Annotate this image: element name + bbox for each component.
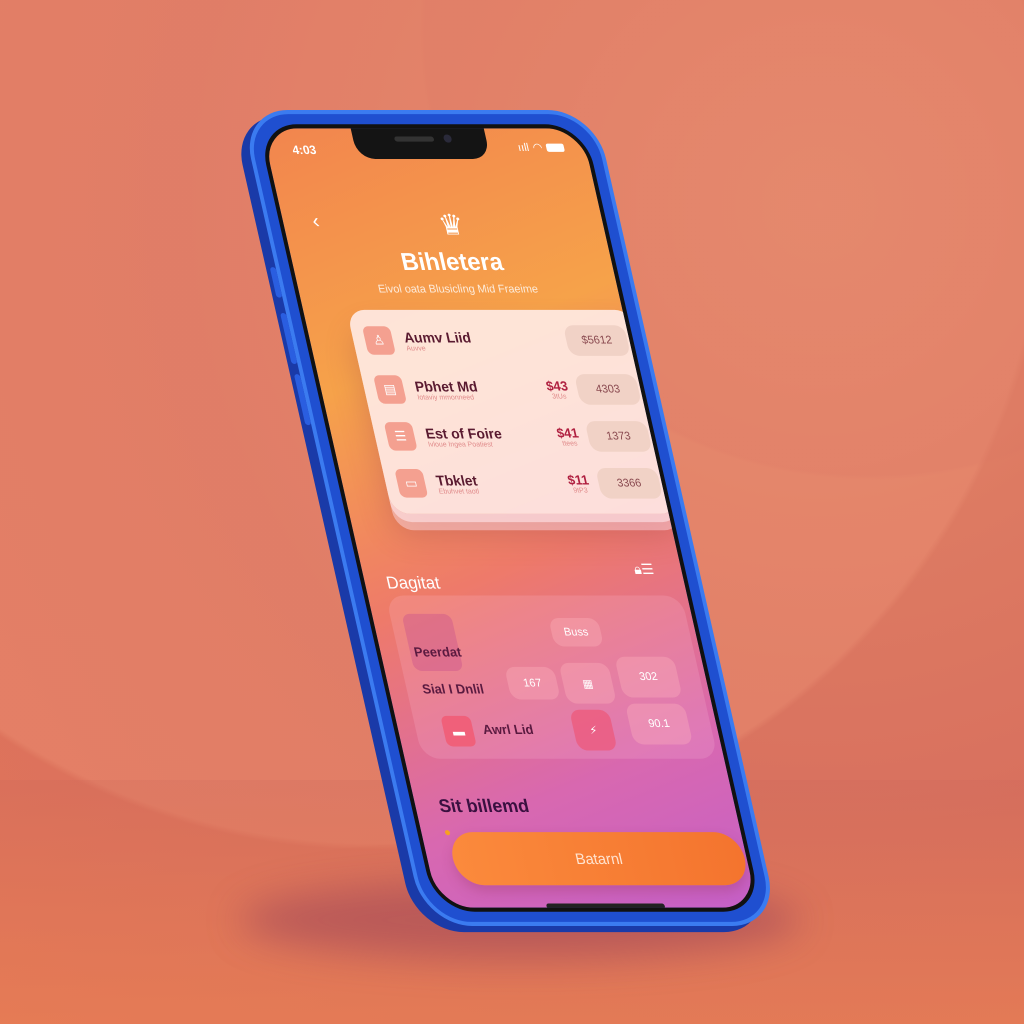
app-subtitle: Eivol oata Blusicling Mid Fraeime bbox=[376, 283, 540, 296]
ticket-row[interactable]: ▭ Tbklet Ebuhvet taotl $11 9tP3 3366 bbox=[393, 463, 665, 504]
volume-up-button bbox=[280, 312, 298, 364]
digital-label: Peerdat bbox=[412, 644, 463, 660]
ticket-icon: ▤ bbox=[373, 375, 408, 404]
ticket-name: Tbklet bbox=[434, 471, 479, 488]
ticket-name: Est of Foire bbox=[423, 424, 504, 441]
ticket-price: $11 bbox=[566, 472, 591, 488]
ticket-amount: 4303 bbox=[573, 374, 642, 405]
digital-tile[interactable]: Buss bbox=[548, 617, 605, 647]
digital-thumb bbox=[401, 613, 464, 671]
calendar-icon[interactable]: ▦ bbox=[558, 662, 617, 704]
digital-tile[interactable]: 302 bbox=[614, 656, 683, 698]
volume-down-button bbox=[293, 374, 312, 426]
battery-icon bbox=[545, 143, 565, 152]
ticket-name: Pbhet Md bbox=[413, 377, 479, 395]
signal-icon: ııll bbox=[516, 141, 531, 154]
ticket-sub: Ebuhvet taotl bbox=[437, 487, 480, 496]
ticket-price-sub: 9tP3 bbox=[572, 487, 589, 495]
ticket-sub: Ivloue Ingea Poatiest bbox=[427, 440, 494, 449]
ticket-row[interactable]: ♙ Aumv Liid Auvve $5612 bbox=[361, 320, 633, 361]
ticket-price-sub: 3tUs bbox=[551, 393, 568, 401]
crown-icon: ♛ bbox=[435, 208, 468, 241]
ticket-amount: 1373 bbox=[584, 421, 653, 452]
digital-label: Awrl Lid bbox=[481, 722, 535, 738]
ticket-row[interactable]: ☰ Est of Foire Ivloue Ingea Poatiest $41 t… bbox=[382, 416, 654, 457]
digital-count: 167 bbox=[504, 666, 561, 700]
wifi-icon: ◠ bbox=[531, 141, 544, 154]
ticket-price-sub: ttees bbox=[561, 440, 579, 448]
ticket-icon: ☰ bbox=[383, 422, 418, 451]
ticket-sub: Iotaviy mmonneed bbox=[416, 394, 475, 402]
status-time: 4:03 bbox=[290, 142, 318, 157]
ticket-amount: $5612 bbox=[562, 325, 631, 356]
digital-tile[interactable]: 90.1 bbox=[624, 703, 694, 745]
ticket-icon: ▭ bbox=[394, 469, 429, 498]
ticket-amount: 3366 bbox=[595, 468, 664, 499]
back-button[interactable]: ‹ bbox=[310, 210, 322, 233]
indicator-dot bbox=[444, 830, 451, 836]
digital-card: Peerdat Buss Sial I Dnlil 167 ▦ 302 ▬ Aw… bbox=[385, 595, 719, 759]
ticket-row[interactable]: ▤ Pbhet Md Iotaviy mmonneed $43 3tUs 4303 bbox=[372, 369, 644, 410]
ticket-red-icon: ▬ bbox=[440, 715, 477, 747]
lock-menu-icon[interactable]: 🔒︎☰ bbox=[632, 561, 656, 578]
section-heading: Dagitat bbox=[384, 573, 442, 593]
ticket-name: Aumv Liid bbox=[401, 328, 473, 346]
ticket-sub: Auvve bbox=[405, 345, 427, 353]
ticket-card: ♙ Aumv Liid Auvve $5612 ▤ Pbhet Md Iotaviy… bbox=[346, 309, 679, 514]
ticket-price: $41 bbox=[555, 425, 580, 441]
notch bbox=[350, 126, 491, 159]
ticket-icon: ♙ bbox=[361, 326, 397, 355]
digital-label: Sial I Dnlil bbox=[420, 681, 486, 697]
primary-button[interactable]: Batarnl bbox=[446, 832, 751, 886]
footer-heading: Sit billemd bbox=[436, 795, 532, 816]
home-indicator[interactable] bbox=[545, 903, 666, 909]
app-title: Bihletera bbox=[398, 248, 506, 277]
camera bbox=[442, 134, 453, 143]
status-icons: ııll ◠ bbox=[516, 141, 565, 154]
speaker bbox=[393, 136, 435, 142]
side-button bbox=[269, 267, 283, 298]
ticket-price: $43 bbox=[544, 378, 570, 394]
bolt-icon[interactable]: ⚡︎ bbox=[569, 709, 618, 751]
